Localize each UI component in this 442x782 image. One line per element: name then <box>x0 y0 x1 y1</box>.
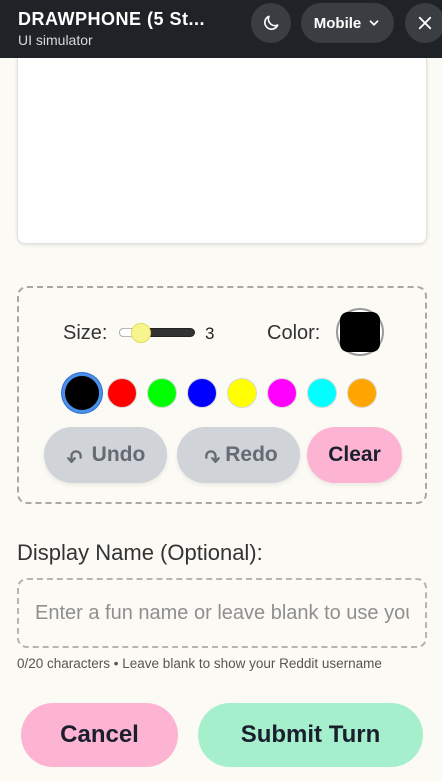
undo-icon <box>66 450 82 464</box>
color-label: Color: <box>267 322 321 344</box>
display-name-label: Display Name (Optional): <box>17 540 263 565</box>
current-color-swatch <box>340 312 380 352</box>
color-swatch[interactable] <box>267 378 297 408</box>
color-swatch[interactable] <box>62 373 102 413</box>
undo-label: Undo <box>91 443 146 466</box>
drawing-tools-panel: Size: 3 Color: Undo Redo Clear <box>17 286 427 504</box>
redo-button[interactable]: Redo <box>177 427 300 483</box>
close-icon <box>418 16 432 30</box>
color-swatch[interactable] <box>307 378 337 408</box>
size-value: 3 <box>205 324 215 343</box>
color-palette <box>19 373 425 413</box>
theme-toggle-button[interactable] <box>251 3 291 43</box>
app-subtitle: UI simulator <box>18 32 93 48</box>
cancel-button[interactable]: Cancel <box>21 703 178 767</box>
color-swatch[interactable] <box>347 378 377 408</box>
app-header: DRAWPHONE (5 St... UI simulator Mobile <box>0 0 442 58</box>
color-swatch[interactable] <box>107 378 137 408</box>
color-swatch[interactable] <box>147 378 177 408</box>
chevron-down-icon <box>369 20 379 26</box>
moon-icon <box>264 15 279 30</box>
display-name-hint: 0/20 characters • Leave blank to show yo… <box>17 656 382 671</box>
close-button[interactable] <box>405 3 442 43</box>
color-swatch[interactable] <box>227 378 257 408</box>
display-name-input[interactable] <box>17 578 427 648</box>
color-swatch[interactable] <box>187 378 217 408</box>
app-title: DRAWPHONE (5 St... <box>18 9 206 29</box>
color-picker-button[interactable] <box>336 308 384 356</box>
undo-button[interactable]: Undo <box>44 427 167 483</box>
redo-icon <box>205 450 221 464</box>
slider-thumb[interactable] <box>131 323 152 343</box>
redo-label: Redo <box>225 443 278 466</box>
device-mode-select[interactable]: Mobile <box>301 3 394 43</box>
clear-button[interactable]: Clear <box>307 427 402 483</box>
drawing-canvas[interactable] <box>17 58 427 244</box>
brush-size-slider[interactable] <box>117 323 197 343</box>
size-label: Size: <box>63 322 108 344</box>
submit-turn-button[interactable]: Submit Turn <box>198 703 423 767</box>
device-mode-label: Mobile <box>313 14 362 32</box>
